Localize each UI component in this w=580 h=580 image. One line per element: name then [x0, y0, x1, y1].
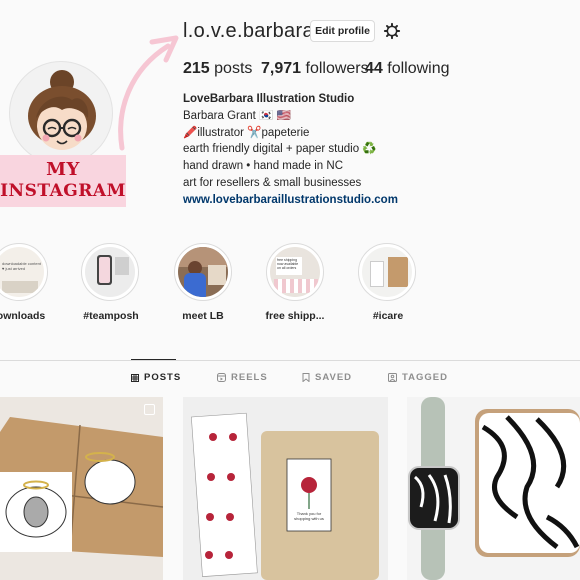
avatar-illustration-icon: [28, 70, 96, 150]
highlight-thumb-text: free shipping now available on all order…: [276, 257, 302, 275]
tab-label: POSTS: [144, 372, 182, 383]
person-shirt-shape: [184, 273, 206, 297]
highlight-label: free shipp...: [265, 310, 325, 322]
carousel-icon: [144, 404, 155, 415]
bio-website-link[interactable]: www.lovebarbaraillustrationstudio.com: [183, 192, 398, 209]
highlight-downloads[interactable]: downloadable content ♥ just arrived: [0, 243, 48, 301]
following-label: following: [387, 60, 450, 77]
kraft-bag-thumb-icon: [388, 257, 408, 287]
bio-line: earth friendly digital + paper studio ♻️: [183, 143, 377, 156]
annotation-label-line2: INSTAGRAM: [0, 181, 126, 201]
tabs-divider: [0, 360, 580, 361]
highlight-label: ownloads: [0, 310, 46, 322]
tagged-icon: [388, 373, 397, 382]
tab-label: SAVED: [315, 372, 353, 383]
post-tile[interactable]: [0, 397, 163, 580]
phone-thumb-icon: [97, 255, 112, 285]
profile-avatar[interactable]: [9, 61, 113, 165]
annotation-label-box: MY INSTAGRAM: [0, 155, 126, 207]
followers-number: 7,971: [261, 60, 302, 77]
tab-tagged[interactable]: TAGGED: [388, 372, 448, 383]
post-image-stickers-envelope: [183, 397, 388, 580]
following-number: 44: [365, 60, 383, 77]
tab-label: TAGGED: [402, 372, 448, 383]
tab-posts[interactable]: POSTS: [131, 372, 181, 383]
tab-label: REELS: [231, 372, 268, 383]
bookmark-icon: [302, 373, 310, 382]
post-image-watch-phone: [407, 397, 580, 580]
highlight-thumb-text: downloadable content ♥ just arrived: [2, 261, 41, 271]
posts-label: posts: [214, 60, 253, 77]
settings-gear-icon[interactable]: [383, 22, 401, 40]
post-card-text: Thank you for shopping with us: [294, 511, 324, 521]
bio-name: LoveBarbara Illustration Studio: [183, 93, 355, 105]
highlight-label: meet LB: [182, 310, 224, 322]
highlight-meet-lb[interactable]: [174, 243, 232, 301]
active-tab-indicator: [131, 359, 176, 360]
tab-reels[interactable]: REELS: [217, 372, 268, 383]
post-image-kraft-package: [0, 397, 163, 580]
bio-line: art for resellers & small businesses: [183, 176, 362, 189]
highlight-thumb-image: [178, 247, 228, 267]
highlight-thumb-image: [208, 265, 226, 285]
profile-bio: LoveBarbara Illustration Studio Barbara …: [183, 91, 398, 209]
followers-label: followers: [305, 60, 369, 77]
reels-icon: [217, 373, 226, 382]
annotation-arrow-icon: [118, 35, 179, 151]
highlight-label: #icare: [372, 310, 404, 322]
edit-profile-button[interactable]: Edit profile: [310, 20, 375, 42]
highlight-thumb-image: [2, 281, 38, 293]
followers-count[interactable]: 7,971 followers: [261, 60, 369, 78]
highlight-free-shipping[interactable]: free shipping now available on all order…: [266, 243, 324, 301]
posts-count: 215 posts: [183, 60, 252, 78]
highlight-thumb-image: [274, 279, 318, 293]
bio-line: Barbara Grant 🇰🇷 🇺🇸: [183, 109, 291, 122]
grid-icon: [131, 373, 139, 382]
highlight-thumb-image: [115, 257, 129, 275]
highlight-label: #teamposh: [83, 310, 139, 322]
profile-username: l.o.v.e.barbara: [183, 20, 314, 42]
highlight-thumb-image: [370, 261, 384, 287]
annotation-label-line1: MY: [46, 159, 80, 180]
highlight-teamposh[interactable]: [81, 243, 139, 301]
post-tile[interactable]: Thank you for shopping with us: [183, 397, 388, 580]
bio-line: hand drawn • hand made in NC: [183, 160, 344, 173]
bio-line: 🖍️illustrator ✂️papeterie: [183, 126, 310, 139]
tab-saved[interactable]: SAVED: [302, 372, 352, 383]
highlight-icare[interactable]: [358, 243, 416, 301]
following-count[interactable]: 44 following: [365, 60, 450, 78]
post-tile[interactable]: [407, 397, 580, 580]
